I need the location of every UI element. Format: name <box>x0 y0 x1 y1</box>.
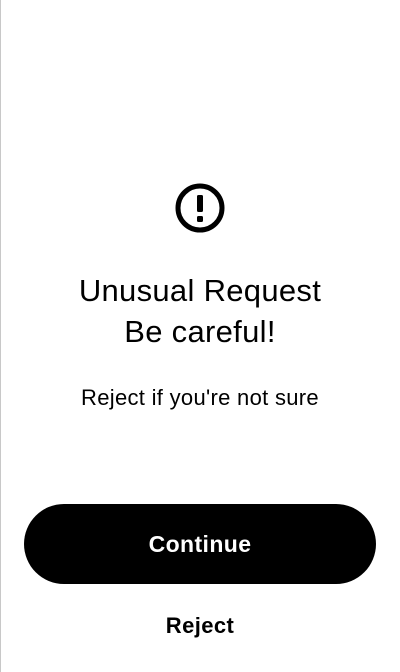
alert-message: Reject if you're not sure <box>81 385 319 410</box>
alert-title-line-2: Be careful! <box>124 314 276 349</box>
continue-button[interactable]: Continue <box>24 504 376 584</box>
alert-title: Unusual Request Be careful! <box>0 270 400 352</box>
reject-button[interactable]: Reject <box>140 606 260 646</box>
alert-title-line-1: Unusual Request <box>78 273 322 308</box>
exclamation-circle-icon <box>175 183 225 233</box>
unusual-request-screen: Unusual Request Be careful! Reject if yo… <box>0 0 400 672</box>
